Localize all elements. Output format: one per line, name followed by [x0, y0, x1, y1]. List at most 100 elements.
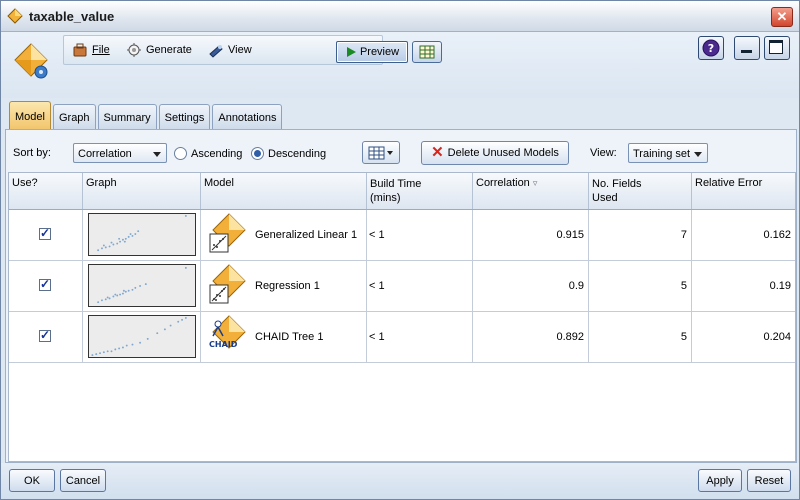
scatter-thumbnail	[88, 315, 196, 358]
use-cell[interactable]	[9, 210, 83, 260]
sort-by-dropdown[interactable]: Correlation	[73, 143, 167, 163]
col-correlation[interactable]: Correlation ▿	[473, 173, 589, 209]
file-bag-icon	[73, 43, 87, 57]
table-header: Use? Graph Model Build Time (mins) Corre…	[9, 173, 795, 210]
preview-button[interactable]: Preview	[336, 41, 408, 63]
use-checkbox[interactable]	[39, 328, 51, 342]
col-build-time[interactable]: Build Time (mins)	[367, 173, 473, 209]
correlation-cell: 0.915	[473, 210, 589, 260]
relative-error-cell: 0.204	[692, 312, 795, 362]
correlation-value: 0.915	[556, 229, 584, 241]
close-button[interactable]: ✕	[771, 7, 793, 27]
radio-circle-selected-icon	[251, 147, 264, 160]
col-graph-label: Graph	[86, 177, 117, 189]
build-time-cell: < 1	[367, 210, 473, 260]
chevron-down-icon	[153, 152, 161, 157]
title-bar[interactable]: taxable_value ✕	[1, 1, 799, 32]
correlation-cell: 0.9	[473, 261, 589, 311]
use-cell[interactable]	[9, 312, 83, 362]
tab-annotations[interactable]: Annotations	[212, 104, 283, 130]
data-table-button[interactable]	[412, 41, 442, 63]
sort-by-value: Correlation	[78, 148, 132, 160]
view-value: Training set	[633, 148, 691, 160]
col-graph[interactable]: Graph	[83, 173, 201, 209]
minimize-icon	[741, 50, 752, 53]
build-time-cell: < 1	[367, 312, 473, 362]
build-time-value: < 1	[369, 331, 385, 343]
table-row[interactable]: Regression 1 < 1 0.9 5 0.19	[9, 261, 795, 312]
correlation-value: 0.9	[568, 280, 584, 292]
dialog-footer: OK Cancel Apply Reset	[1, 463, 799, 499]
maximize-icon	[769, 40, 783, 54]
model-tab-content: Sort by: Correlation Ascending Descendin…	[5, 129, 797, 463]
col-relative-error-label: Relative Error	[695, 177, 763, 189]
col-correlation-label: Correlation	[476, 177, 530, 189]
model-name: Regression 1	[255, 280, 320, 292]
correlation-value: 0.892	[556, 331, 584, 343]
delete-x-icon: ✕	[431, 144, 444, 161]
reset-button[interactable]: Reset	[747, 469, 791, 492]
descending-radio[interactable]: Descending	[251, 147, 326, 160]
tab-strip: Model Graph Summary Settings Annotations	[9, 101, 283, 130]
model-cell: Generalized Linear 1	[201, 210, 367, 260]
chevron-down-icon	[694, 152, 702, 157]
cancel-button[interactable]: Cancel	[60, 469, 106, 492]
view-dropdown[interactable]: Training set	[628, 143, 708, 163]
window-title: taxable_value	[29, 9, 115, 24]
delete-unused-models-button[interactable]: ✕ Delete Unused Models	[421, 141, 569, 165]
col-fields-used-sub: Used	[592, 192, 618, 204]
col-model[interactable]: Model	[201, 173, 367, 209]
col-relative-error[interactable]: Relative Error	[692, 173, 795, 209]
tab-settings[interactable]: Settings	[158, 104, 211, 130]
tab-graph[interactable]: Graph	[52, 104, 96, 130]
graph-cell	[83, 210, 201, 260]
maximize-button[interactable]	[764, 36, 790, 60]
col-model-label: Model	[204, 177, 234, 189]
menu-generate[interactable]: Generate	[126, 42, 192, 58]
use-cell[interactable]	[9, 261, 83, 311]
radio-circle-icon	[174, 147, 187, 160]
regression-icon	[209, 264, 246, 304]
use-checkbox[interactable]	[39, 277, 51, 291]
descending-label: Descending	[268, 147, 327, 160]
columns-grid-icon	[368, 146, 393, 159]
table-row[interactable]: Generalized Linear 1 < 1 0.915 7 0.162	[9, 210, 795, 261]
build-time-cell: < 1	[367, 261, 473, 311]
sort-bar: Sort by: Correlation Ascending Descendin…	[6, 130, 796, 172]
tab-summary[interactable]: Summary	[97, 104, 157, 130]
play-icon	[346, 47, 356, 57]
model-nugget-logo-icon	[14, 43, 48, 79]
help-button[interactable]: ?	[698, 36, 724, 60]
ascending-radio[interactable]: Ascending	[174, 147, 242, 160]
generate-gear-icon	[127, 43, 141, 57]
fields-used-cell: 7	[589, 210, 692, 260]
build-time-value: < 1	[369, 280, 385, 292]
ascending-label: Ascending	[191, 147, 243, 160]
col-build-time-unit: (mins)	[370, 192, 401, 204]
col-fields-used-label: No. Fields	[592, 178, 642, 190]
menu-file-label: File	[92, 44, 110, 56]
apply-button[interactable]: Apply	[698, 469, 742, 492]
use-checkbox[interactable]	[39, 226, 51, 240]
model-cell: CHAID CHAID Tree 1	[201, 312, 367, 362]
model-name: Generalized Linear 1	[255, 229, 358, 241]
col-use[interactable]: Use?	[9, 173, 83, 209]
preview-label: Preview	[359, 46, 400, 58]
col-use-label: Use?	[12, 177, 38, 189]
models-table: Use? Graph Model Build Time (mins) Corre…	[8, 172, 796, 462]
relative-error-cell: 0.162	[692, 210, 795, 260]
ok-button[interactable]: OK	[9, 469, 55, 492]
menu-generate-label: Generate	[146, 44, 192, 56]
column-chooser-button[interactable]	[362, 141, 400, 164]
menu-view[interactable]: View	[208, 42, 252, 58]
data-table-icon	[419, 45, 435, 59]
model-diamond-icon	[7, 8, 23, 24]
menu-file[interactable]: File	[72, 42, 110, 58]
sort-by-label: Sort by:	[13, 147, 51, 159]
minimize-button[interactable]	[734, 36, 760, 60]
table-row[interactable]: CHAID CHAID Tree 1 < 1 0.892 5 0.204	[9, 312, 795, 363]
view-label: View:	[590, 147, 617, 159]
tab-model[interactable]: Model	[9, 101, 51, 130]
svg-text:?: ?	[708, 42, 714, 55]
col-fields-used[interactable]: No. Fields Used	[589, 173, 692, 209]
